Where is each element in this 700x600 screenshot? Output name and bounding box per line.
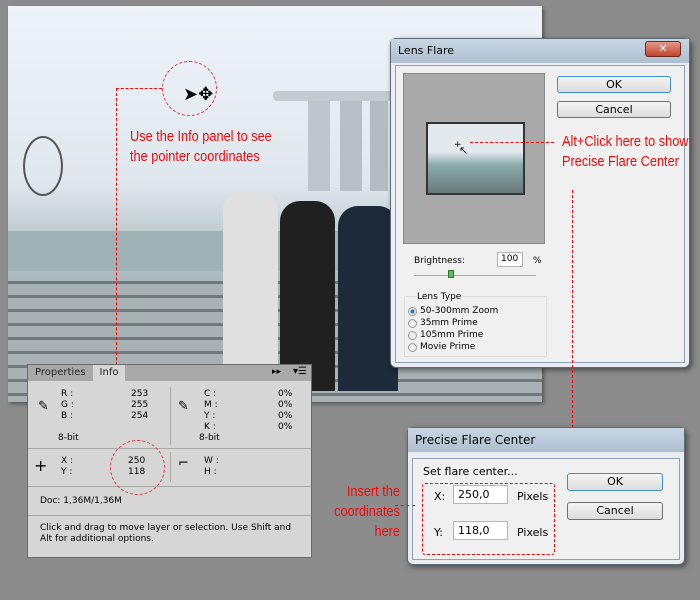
label-r: R : bbox=[61, 389, 74, 399]
value-b: 254 bbox=[131, 411, 149, 421]
label-y: Y : bbox=[61, 467, 73, 477]
label-k: K : bbox=[204, 422, 216, 432]
value-g: 255 bbox=[131, 400, 149, 410]
xy-highlight bbox=[110, 440, 165, 495]
panel-tabs: Properties Info ▸▸ ▾☰ bbox=[28, 365, 311, 381]
panel-menu-icon[interactable]: ▾☰ bbox=[293, 366, 307, 377]
lens-type-options: 50-300mm Zoom 35mm Prime 105mm Prime Mov… bbox=[408, 305, 498, 353]
cancel-button[interactable]: Cancel bbox=[557, 101, 671, 118]
annotation-info-hint: Use the Info panel to see the pointer co… bbox=[130, 128, 272, 165]
cmyk-bit-depth: 8-bit bbox=[199, 433, 220, 443]
leader-line bbox=[470, 142, 554, 143]
person bbox=[338, 206, 398, 391]
preview-thumbnail[interactable]: + ↖ bbox=[426, 122, 525, 195]
radio-movie-prime[interactable]: Movie Prime bbox=[408, 341, 498, 353]
dialog-body: Set flare center... X: 250,0 Pixels Y: 1… bbox=[412, 458, 680, 560]
person bbox=[280, 201, 335, 391]
radio-105mm-prime[interactable]: 105mm Prime bbox=[408, 329, 498, 341]
ok-button[interactable]: OK bbox=[557, 76, 671, 93]
radio-50-300mm-zoom[interactable]: 50-300mm Zoom bbox=[408, 305, 498, 317]
value-c: 0% bbox=[278, 389, 293, 399]
crosshair-icon: + bbox=[34, 456, 48, 475]
lens-flare-dialog: Lens Flare ✕ + ↖ OK Cancel Brightness: 1… bbox=[390, 38, 690, 368]
info-panel: Properties Info ▸▸ ▾☰ ✎ R : G : B : 253 … bbox=[27, 364, 312, 558]
close-button[interactable]: ✕ bbox=[645, 41, 681, 57]
divider bbox=[170, 452, 171, 482]
brightness-label: Brightness: bbox=[414, 256, 465, 266]
tower bbox=[370, 101, 388, 191]
pointer-highlight bbox=[162, 61, 217, 116]
radio-label: 35mm Prime bbox=[420, 318, 478, 328]
collapse-icon[interactable]: ▸▸ bbox=[272, 367, 281, 377]
radio-35mm-prime[interactable]: 35mm Prime bbox=[408, 317, 498, 329]
lens-type-group: Lens Type 50-300mm Zoom 35mm Prime 105mm… bbox=[404, 292, 547, 357]
eyedropper-icon[interactable]: ✎ bbox=[178, 399, 189, 414]
value-k: 0% bbox=[278, 422, 293, 432]
color-readout: ✎ R : G : B : 253 255 254 8-bit ✎ C : M … bbox=[28, 381, 311, 449]
lens-type-label: Lens Type bbox=[417, 292, 462, 302]
label-c: C : bbox=[204, 389, 217, 399]
ok-button[interactable]: OK bbox=[567, 473, 663, 491]
person bbox=[223, 191, 278, 391]
label-g: G : bbox=[61, 400, 74, 410]
radio-label: 105mm Prime bbox=[420, 330, 484, 340]
percent-label: % bbox=[533, 256, 542, 266]
label-m: M : bbox=[204, 400, 218, 410]
label-b: B : bbox=[61, 411, 74, 421]
input-highlight bbox=[422, 483, 555, 555]
rgb-bit-depth: 8-bit bbox=[58, 433, 79, 443]
label-h: H : bbox=[204, 467, 217, 477]
label-y: Y : bbox=[204, 411, 216, 421]
dialog-title: Precise Flare Center bbox=[408, 428, 684, 452]
radio-label: 50-300mm Zoom bbox=[420, 306, 499, 316]
label-w: W : bbox=[204, 456, 219, 466]
rgb-labels: R : G : B : bbox=[61, 389, 74, 422]
rgb-values: 253 255 254 bbox=[131, 389, 148, 422]
brightness-slider-thumb[interactable] bbox=[447, 270, 454, 278]
annotation-insert: Insert the coordinates here bbox=[334, 483, 400, 540]
set-flare-label: Set flare center... bbox=[423, 465, 518, 478]
value-m: 0% bbox=[278, 400, 293, 410]
cursor-icon: ↖ bbox=[459, 144, 469, 157]
brightness-slider[interactable] bbox=[414, 275, 536, 276]
label-x: X : bbox=[61, 456, 74, 466]
leader-line bbox=[116, 88, 162, 89]
cmyk-labels: C : M : Y : K : bbox=[204, 389, 218, 433]
cancel-button[interactable]: Cancel bbox=[567, 502, 663, 520]
annotation-alt-click: Alt+Click here to show Precise Flare Cen… bbox=[562, 133, 689, 170]
tab-info[interactable]: Info bbox=[92, 365, 126, 381]
skypark bbox=[273, 91, 403, 101]
cmyk-values: 0% 0% 0% 0% bbox=[278, 389, 292, 433]
brightness-input[interactable]: 100 bbox=[497, 252, 523, 267]
ferris-wheel bbox=[23, 136, 63, 196]
selection-size-icon: ⌐ bbox=[178, 456, 189, 471]
dialog-body: + ↖ OK Cancel Brightness: 100 % Lens Typ… bbox=[395, 65, 685, 363]
tower bbox=[340, 101, 362, 191]
value-y: 0% bbox=[278, 411, 293, 421]
value-r: 253 bbox=[131, 389, 149, 399]
tower bbox=[308, 101, 330, 191]
tab-properties[interactable]: Properties bbox=[28, 365, 93, 381]
divider bbox=[170, 387, 171, 445]
doc-row: Doc: 1,36M/1,36M bbox=[28, 488, 311, 516]
wh-labels: W : H : bbox=[204, 456, 219, 478]
tool-hint: Click and drag to move layer or selectio… bbox=[40, 523, 292, 544]
radio-label: Movie Prime bbox=[420, 342, 476, 352]
position-readout: + X : Y : 250 118 ⌐ W : H : bbox=[28, 450, 311, 487]
preview-area[interactable]: + ↖ bbox=[403, 73, 545, 244]
precise-flare-center-dialog: Precise Flare Center Set flare center...… bbox=[407, 427, 685, 565]
eyedropper-icon[interactable]: ✎ bbox=[38, 399, 49, 414]
xy-labels: X : Y : bbox=[61, 456, 73, 478]
doc-size: Doc: 1,36M/1,36M bbox=[40, 496, 122, 506]
